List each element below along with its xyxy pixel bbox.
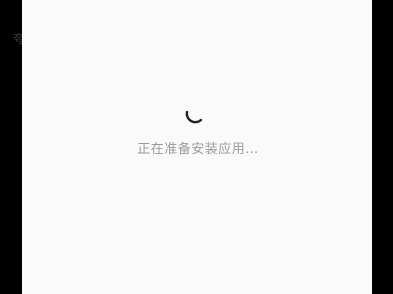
loading-spinner-icon — [185, 110, 203, 124]
loading-status-text: 正在准备安装应用… — [137, 142, 259, 157]
